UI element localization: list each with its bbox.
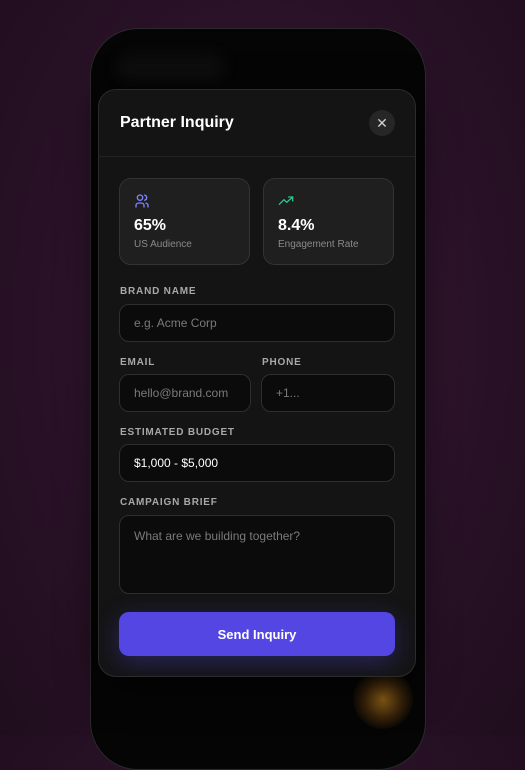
budget-label: ESTIMATED BUDGET (120, 427, 235, 438)
partner-inquiry-modal: Partner Inquiry ✕ 65% US Audience 8.4% E… (98, 89, 416, 677)
stat-value: 65% (134, 217, 167, 234)
brand-name-label: BRAND NAME (120, 286, 197, 297)
budget-select[interactable]: $1,000 - $5,000 (119, 444, 395, 482)
stats-row: 65% US Audience 8.4% Engagement Rate (119, 178, 395, 265)
email-label: EMAIL (120, 357, 156, 368)
glow-orb (353, 669, 413, 729)
send-inquiry-button[interactable]: Send Inquiry (119, 612, 395, 656)
close-icon: ✕ (376, 114, 388, 131)
email-field[interactable]: hello@brand.com (119, 374, 251, 412)
stat-label: Engagement Rate (278, 239, 359, 250)
phone-label: PHONE (262, 357, 302, 368)
stat-card-audience: 65% US Audience (119, 178, 250, 265)
campaign-brief-label: CAMPAIGN BRIEF (120, 497, 218, 508)
campaign-brief-textarea[interactable]: What are we building together? (119, 515, 395, 594)
trending-up-icon (278, 196, 294, 205)
modal-title: Partner Inquiry (120, 114, 234, 131)
modal-header: Partner Inquiry ✕ (99, 90, 415, 157)
stat-value: 8.4% (278, 217, 315, 234)
brand-name-input[interactable]: e.g. Acme Corp (119, 304, 395, 342)
close-button[interactable]: ✕ (369, 110, 395, 136)
users-icon (135, 194, 149, 208)
phone-field[interactable]: +1... (261, 374, 395, 412)
stat-label: US Audience (134, 239, 192, 250)
blurred-status-bar (115, 53, 225, 81)
stat-card-engagement: 8.4% Engagement Rate (263, 178, 394, 265)
